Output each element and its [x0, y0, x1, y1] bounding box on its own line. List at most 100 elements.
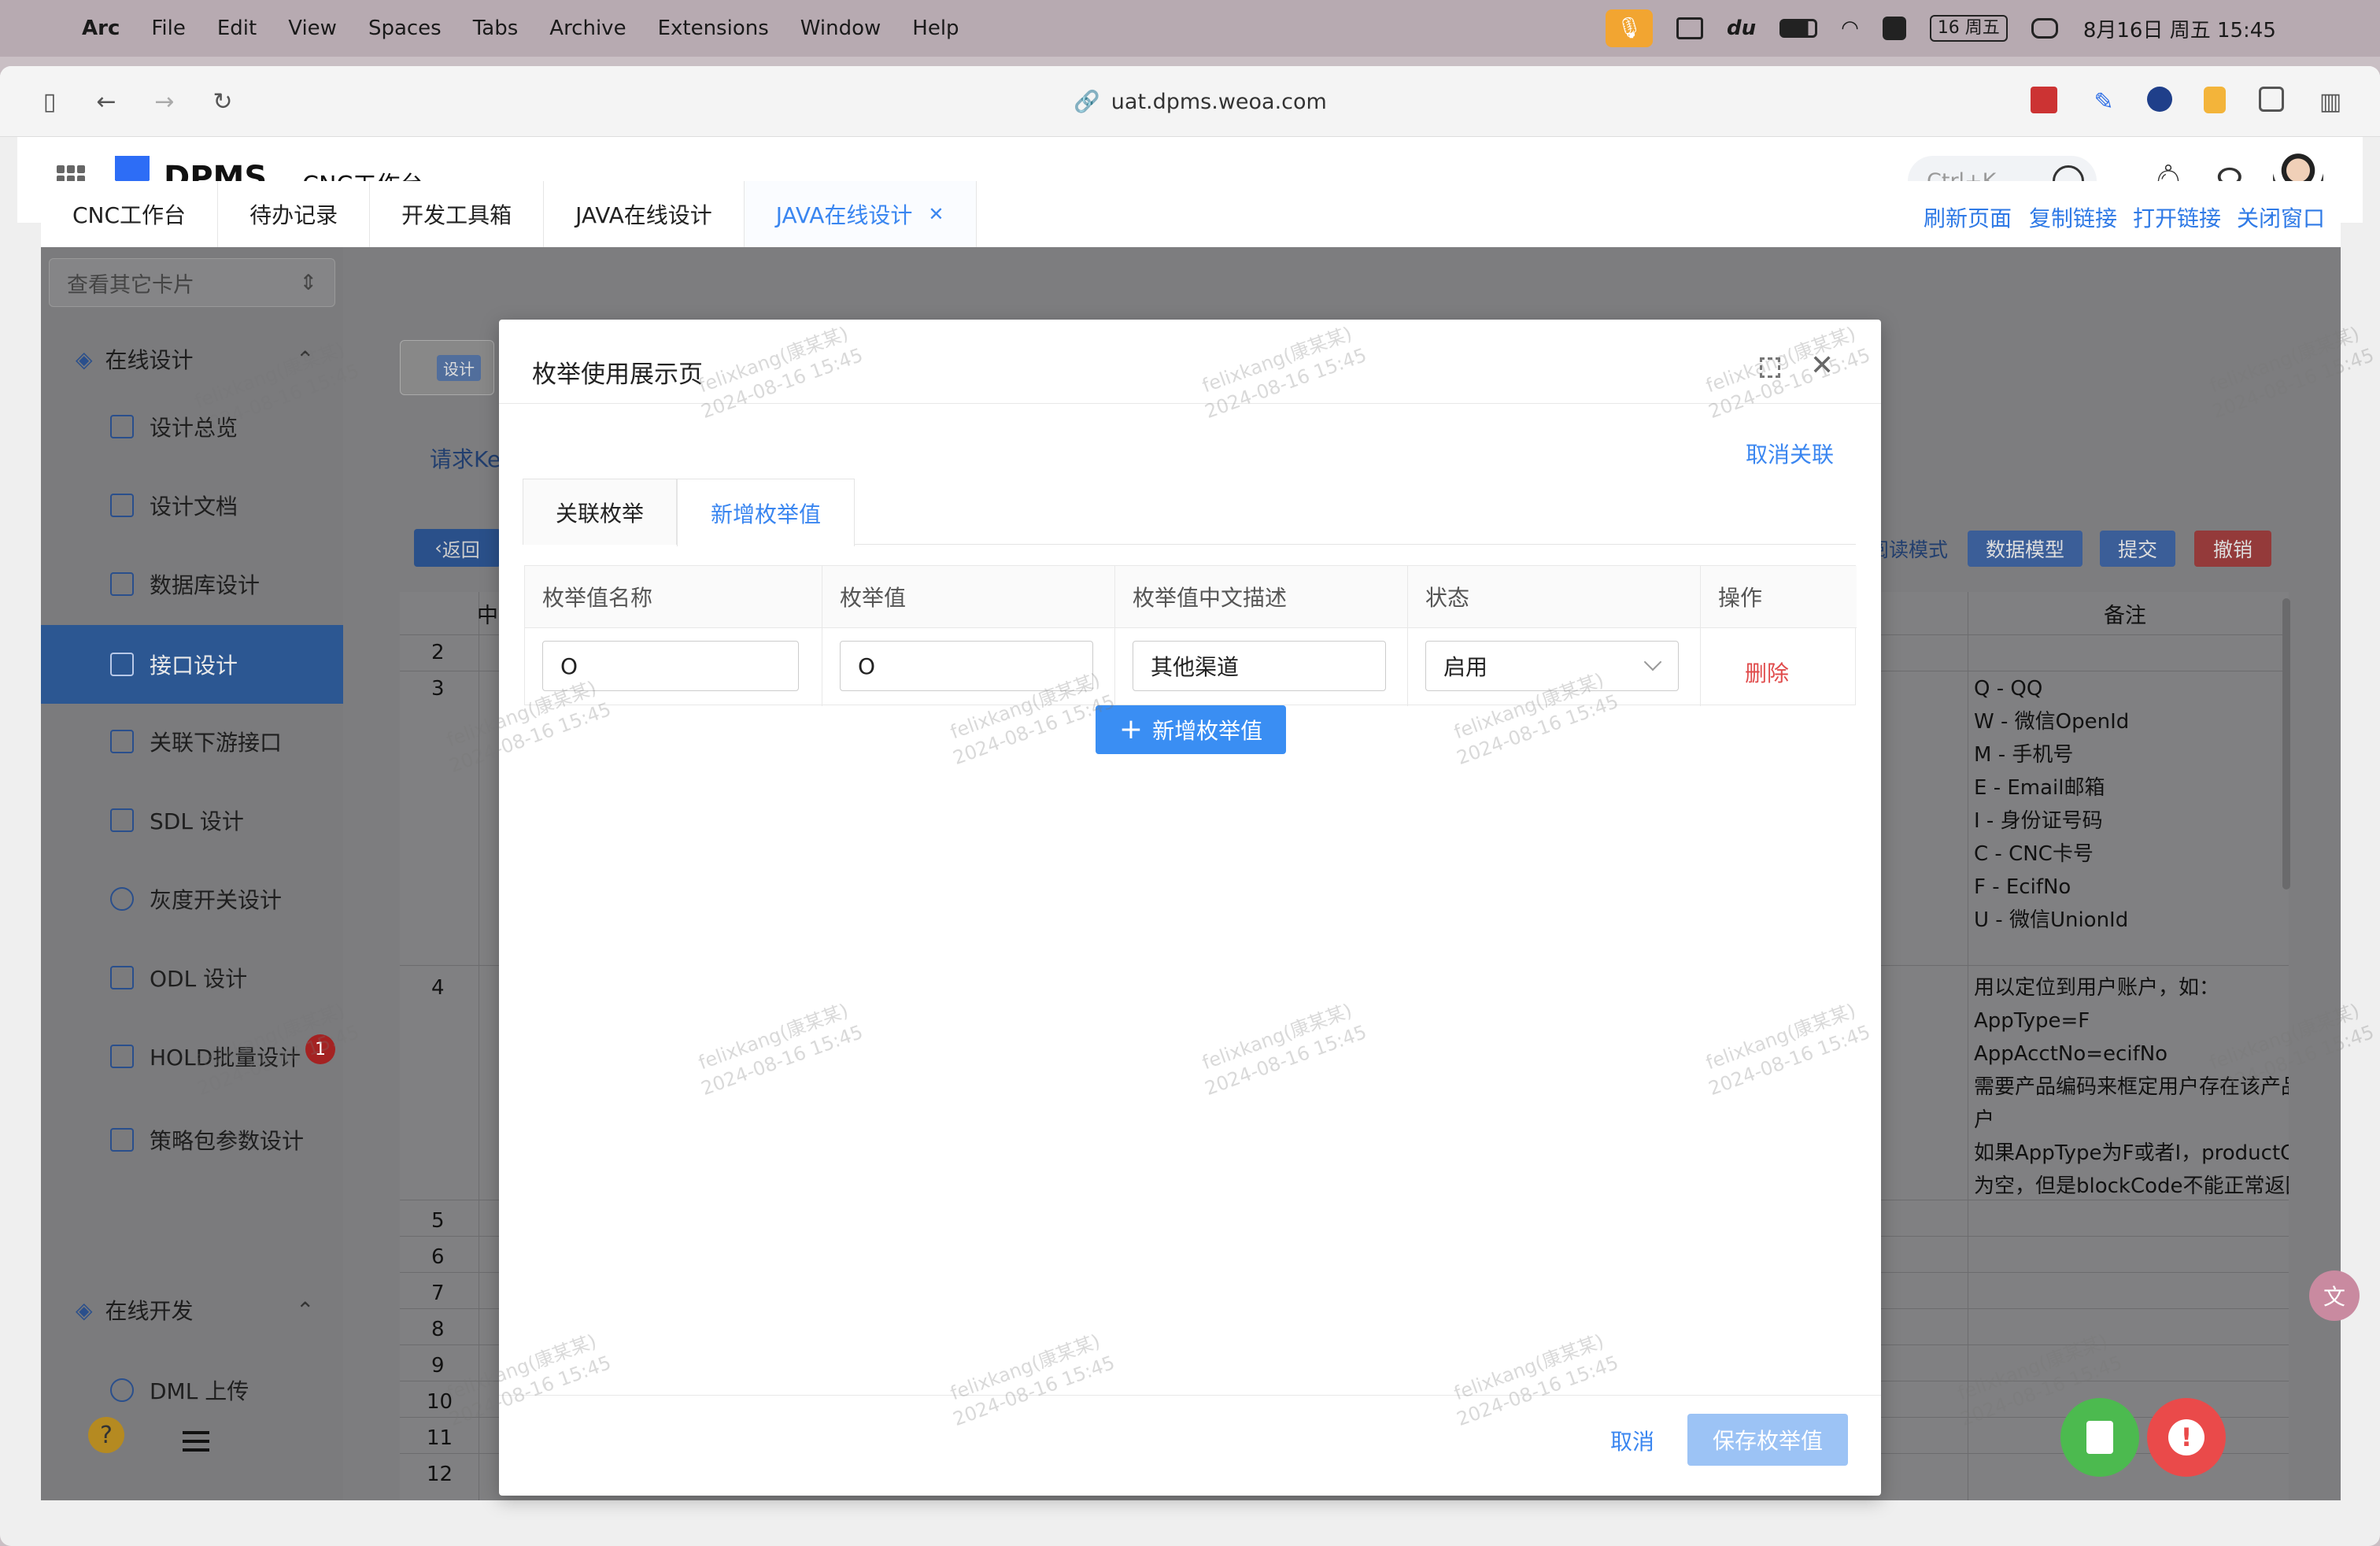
extension-check-icon[interactable]	[2147, 87, 2172, 112]
table-cell: 删除	[1701, 627, 1857, 706]
plus-icon: +	[1118, 713, 1144, 745]
sidebar: 查看其它卡片 ⇕ ◈ 在线设计 ⌃ 设计总览 设计文档 数据库设计 接口设计 关联下游…	[41, 247, 343, 1500]
select-value: 启用	[1443, 654, 1488, 680]
note-line: C - CNC卡号	[1974, 842, 2094, 866]
revoke-button[interactable]: 撤销	[2194, 531, 2271, 567]
refresh-page-link[interactable]: 刷新页面	[1924, 202, 2012, 233]
note-line: 如果AppType为F或者I，productC	[1974, 1141, 2289, 1165]
tab-cnc-workbench[interactable]: CNC工作台	[41, 181, 219, 247]
open-link[interactable]: 打开链接	[2133, 202, 2221, 233]
row-number: 11	[427, 1426, 453, 1450]
tab-todo[interactable]: 待办记录	[218, 181, 371, 247]
forward-arrow-icon[interactable]: →	[150, 87, 179, 117]
close-icon[interactable]: ✕	[928, 203, 944, 225]
extension-settings-icon[interactable]	[2259, 87, 2284, 112]
menu-window[interactable]: Window	[800, 17, 881, 40]
menu-file[interactable]: File	[151, 17, 186, 40]
sidebar-item-downstream-api[interactable]: 关联下游接口	[41, 704, 343, 779]
date-badge[interactable]: 16 周五	[1929, 15, 2008, 42]
sidebar-item-strategy-params[interactable]: 策略包参数设计	[41, 1102, 343, 1178]
delete-link[interactable]: 删除	[1745, 656, 1789, 688]
sidebar-group-online-dev[interactable]: ◈ 在线开发 ⌃	[76, 1294, 314, 1326]
building-icon	[110, 730, 134, 753]
sdl-icon	[110, 808, 134, 832]
control-center-icon[interactable]	[2031, 18, 2058, 39]
extension-edit-icon[interactable]: ✎	[2089, 87, 2119, 117]
menu-archive[interactable]: Archive	[549, 17, 626, 40]
url-bar[interactable]: 🔗 uat.dpms.weoa.com	[1023, 80, 1377, 123]
copy-link[interactable]: 复制链接	[2029, 202, 2117, 233]
column-header: 枚举值中文描述	[1115, 566, 1408, 627]
tab-java-design[interactable]: JAVA在线设计	[544, 181, 745, 247]
menu-help[interactable]: Help	[912, 17, 959, 40]
tab-java-design-active[interactable]: JAVA在线设计 ✕	[744, 181, 977, 247]
notes-icon[interactable]	[1882, 17, 1906, 40]
sidebar-item-design-docs[interactable]: 设计文档	[41, 468, 343, 543]
folder-icon	[110, 415, 134, 438]
copy-icon	[110, 966, 134, 989]
row-number: 5	[431, 1209, 445, 1233]
menu-app-name[interactable]: Arc	[82, 17, 120, 40]
design-tag: 设计	[400, 340, 494, 395]
sidebar-group-online-design[interactable]: ◈ 在线设计 ⌃	[76, 343, 314, 375]
tab-linked-enum[interactable]: 关联枚举	[523, 479, 677, 545]
sidebar-item-api-design[interactable]: 接口设计	[41, 625, 343, 704]
menu-spaces[interactable]: Spaces	[368, 17, 442, 40]
tab-dev-toolbox[interactable]: 开发工具箱	[370, 181, 545, 247]
note-line: 用以定位到用户账户，如：	[1974, 976, 2220, 1000]
translate-icon[interactable]: 文	[2309, 1270, 2360, 1321]
sidebar-item-database-design[interactable]: 数据库设计	[41, 546, 343, 622]
save-enum-value-button[interactable]: 保存枚举值	[1687, 1414, 1848, 1466]
sidebar-item-label: 设计文档	[150, 494, 238, 520]
sidebar-item-gray-switch[interactable]: 灰度开关设计	[41, 861, 343, 937]
du-icon[interactable]: du	[1727, 17, 1756, 40]
clipboard-fab[interactable]	[2060, 1398, 2139, 1477]
submit-button[interactable]: 提交	[2100, 531, 2175, 567]
row-number: 12	[427, 1463, 453, 1486]
unlink-link[interactable]: 取消关联	[1746, 438, 1834, 469]
database-icon	[110, 1378, 134, 1402]
tab-add-enum-value[interactable]: 新增枚举值	[677, 479, 855, 546]
cancel-button[interactable]: 取消	[1585, 1415, 1680, 1466]
sidebar-item-label: 策略包参数设计	[150, 1128, 305, 1154]
layers-icon: ◈	[76, 1296, 93, 1323]
battery-icon[interactable]	[1779, 19, 1818, 38]
alert-fab[interactable]: !	[2147, 1398, 2226, 1477]
request-key-tab[interactable]: 请求Ke	[430, 442, 501, 474]
sidebar-item-label: 灰度开关设计	[150, 887, 283, 913]
sidebar-item-label: 关联下游接口	[150, 730, 283, 756]
sidebar-group-label: 在线设计	[105, 347, 194, 373]
link-icon: 🔗	[1074, 90, 1100, 114]
menu-bar: Arc File Edit View Spaces Tabs Archive E…	[0, 0, 2380, 57]
sidebar-item-odl-design[interactable]: ODL 设计	[41, 940, 343, 1015]
sidebar-toggle-icon[interactable]: ▯	[35, 87, 65, 117]
back-button[interactable]: ‹ 返回	[414, 529, 501, 567]
hamburger-menu-icon[interactable]	[183, 1431, 209, 1452]
user-icon	[110, 887, 134, 911]
enum-desc-input[interactable]: 其他渠道	[1133, 641, 1386, 691]
table-scrollbar[interactable]	[2282, 598, 2290, 890]
layers-icon: ◈	[76, 346, 93, 372]
back-arrow-icon[interactable]: ←	[91, 87, 121, 117]
row-number: 3	[431, 677, 445, 701]
window-icon[interactable]	[1676, 17, 1703, 39]
add-enum-value-button[interactable]: + 新增枚举值	[1096, 705, 1286, 754]
menu-tabs[interactable]: Tabs	[473, 17, 519, 40]
sidebar-item-dml-upload[interactable]: DML 上传	[41, 1352, 343, 1428]
close-window-link[interactable]: 关闭窗口	[2237, 202, 2325, 233]
data-model-button[interactable]: 数据模型	[1968, 531, 2082, 567]
help-icon[interactable]: ?	[88, 1417, 124, 1453]
split-view-icon[interactable]: ▥	[2315, 87, 2345, 117]
menu-extensions[interactable]: Extensions	[658, 17, 769, 40]
note-line: E - Email邮箱	[1974, 776, 2105, 800]
menu-view[interactable]: View	[288, 17, 337, 40]
microphone-icon[interactable]: 🎙	[1606, 9, 1653, 47]
clock[interactable]: 8月16日 周五 15:45	[2083, 14, 2276, 43]
wifi-icon[interactable]: ◠	[1841, 17, 1859, 40]
sidebar-item-sdl-design[interactable]: SDL 设计	[41, 782, 343, 858]
reload-icon[interactable]: ↻	[208, 87, 238, 117]
extension-calendar-icon[interactable]	[2031, 87, 2057, 113]
card-select[interactable]: 查看其它卡片 ⇕	[49, 258, 335, 307]
extension-note-icon[interactable]	[2204, 87, 2226, 113]
menu-edit[interactable]: Edit	[217, 17, 257, 40]
